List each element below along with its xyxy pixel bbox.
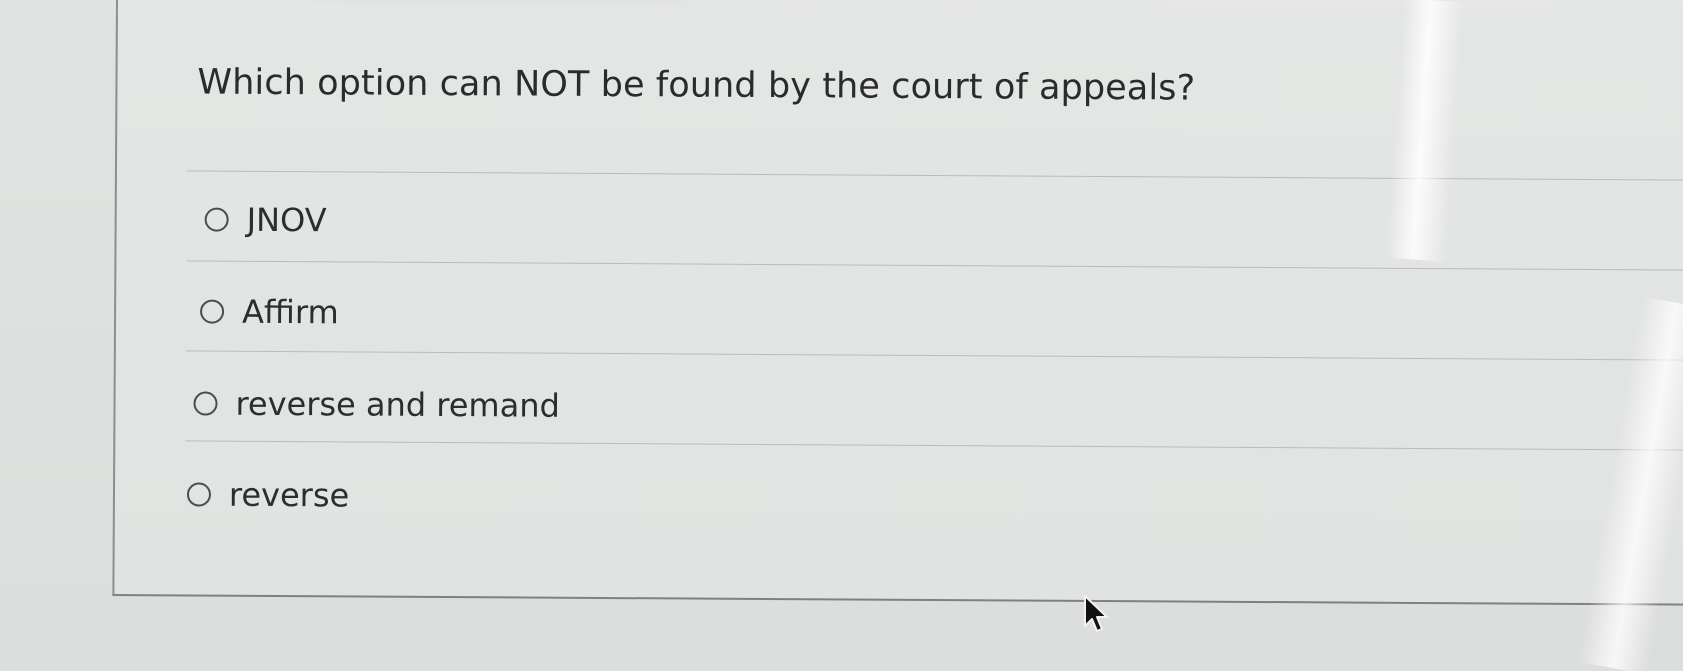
radio-button-icon[interactable]	[186, 482, 212, 507]
radio-button-icon[interactable]	[193, 391, 218, 416]
divider-line	[186, 170, 1683, 181]
option-label: reverse	[228, 475, 350, 515]
screen-background: Which option can NOT be found by the cou…	[0, 0, 1683, 671]
mouse-pointer-icon	[1084, 595, 1108, 632]
question-text: Which option can NOT be found by the cou…	[197, 62, 1196, 109]
divider-line	[185, 440, 1683, 451]
divider-line	[185, 350, 1683, 361]
option-label: JNOV	[246, 200, 327, 240]
option-reverse-and-remand[interactable]: reverse and remand	[193, 384, 560, 425]
option-label: reverse and remand	[235, 384, 560, 425]
radio-button-icon[interactable]	[204, 207, 229, 232]
option-jnov[interactable]: JNOV	[204, 200, 327, 240]
radio-button-icon[interactable]	[200, 299, 225, 324]
option-reverse[interactable]: reverse	[186, 475, 350, 515]
divider-line	[186, 260, 1683, 271]
option-affirm[interactable]: Affirm	[200, 292, 339, 332]
option-label: Affirm	[241, 292, 339, 332]
